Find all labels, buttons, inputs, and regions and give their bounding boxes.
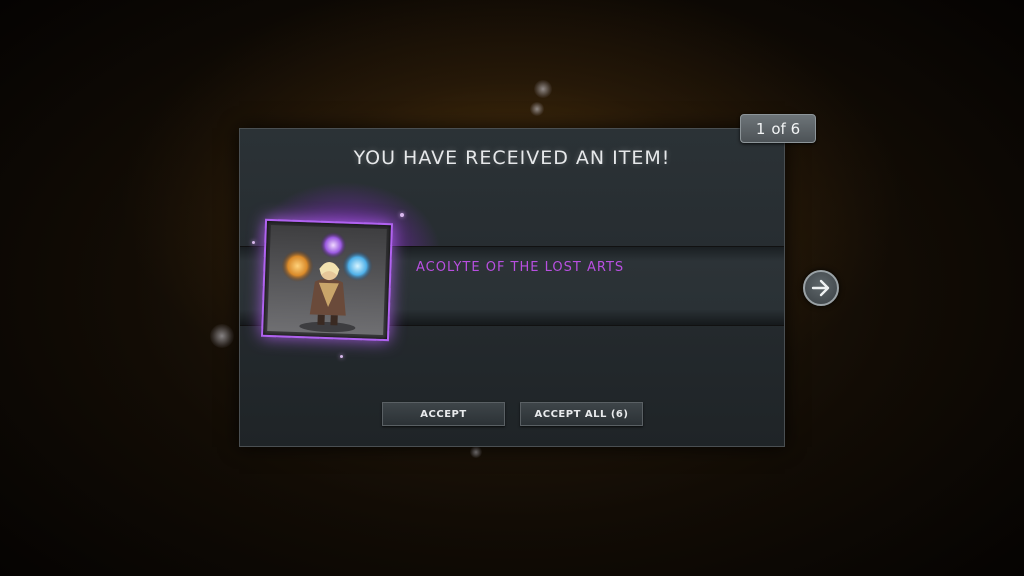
page-total: of 6 [771, 119, 801, 138]
accept-button[interactable]: ACCEPT [382, 402, 505, 426]
arrow-right-icon [811, 279, 830, 297]
item-image[interactable] [260, 218, 394, 342]
bokeh-light [530, 102, 544, 116]
item-name: ACOLYTE OF THE LOST ARTS [416, 260, 625, 275]
item-drop-screen: YOU HAVE RECEIVED AN ITEM! ACOLYTE OF TH… [0, 0, 1024, 576]
sparkle [340, 355, 343, 358]
bokeh-light [470, 446, 482, 458]
bokeh-light [210, 324, 234, 348]
accept-all-button: ACCEPT ALL (6) [520, 402, 643, 426]
sparkle [252, 241, 255, 244]
dialog-title: YOU HAVE RECEIVED AN ITEM! [353, 147, 671, 169]
bokeh-light [534, 80, 552, 98]
sparkle [400, 213, 404, 217]
item-artwork [267, 225, 387, 335]
hero-figure-icon [281, 232, 373, 333]
item-received-dialog: YOU HAVE RECEIVED AN ITEM! ACOLYTE OF TH… [239, 128, 785, 447]
page-current: 1 [755, 119, 766, 138]
page-counter: 1 of 6 [740, 114, 816, 143]
next-item-button[interactable] [803, 270, 839, 306]
